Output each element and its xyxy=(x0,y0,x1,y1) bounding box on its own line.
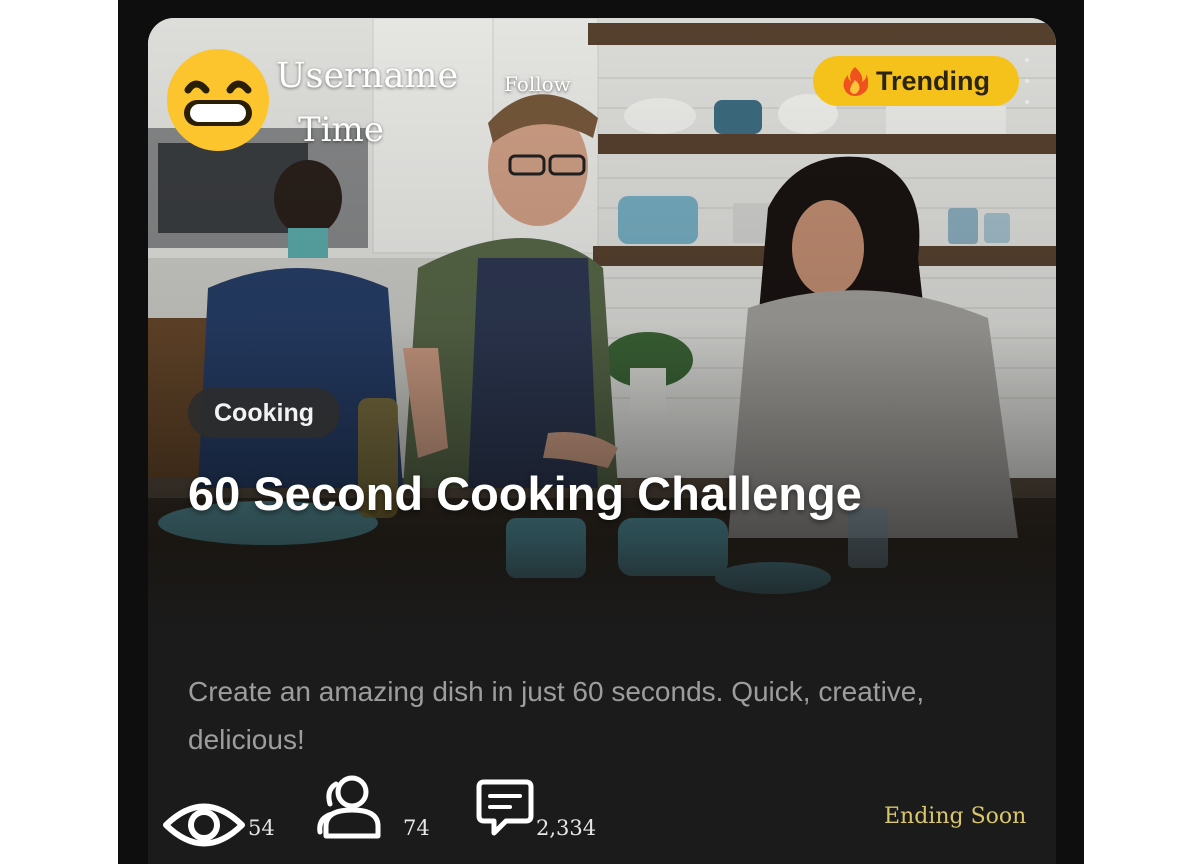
more-vertical-icon[interactable] xyxy=(1022,56,1032,106)
trending-badge: Trending xyxy=(813,56,1019,106)
participants-count: 74 xyxy=(403,816,430,840)
ending-soon-status: Ending Soon xyxy=(884,804,1027,829)
challenge-description: Create an amazing dish in just 60 second… xyxy=(188,676,925,755)
challenge-title: 60 Second Cooking Challenge xyxy=(188,467,862,520)
eye-icon[interactable] xyxy=(162,794,246,856)
users-icon[interactable] xyxy=(316,774,382,840)
comment-icon[interactable] xyxy=(476,778,534,838)
comments-count: 2,334 xyxy=(536,816,597,840)
challenge-card[interactable]: Username Time Follow Trending Cooking 60… xyxy=(148,18,1056,864)
hero-overlay xyxy=(148,18,1056,630)
views-count: 54 xyxy=(248,816,275,840)
follow-button[interactable]: Follow xyxy=(504,72,571,96)
post-time: Time xyxy=(298,110,384,150)
username[interactable]: Username xyxy=(276,56,458,96)
trending-label: Trending xyxy=(876,65,990,96)
fire-icon xyxy=(843,67,868,96)
category-tag[interactable]: Cooking xyxy=(188,388,340,438)
grinning-face-emoji-icon[interactable] xyxy=(166,48,270,152)
hero-photo xyxy=(148,18,1056,630)
